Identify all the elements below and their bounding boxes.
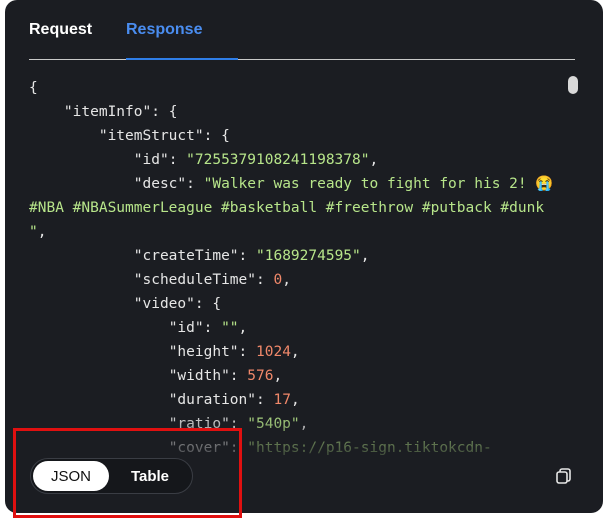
code-token: 17 bbox=[273, 392, 291, 408]
code-line: { bbox=[29, 76, 569, 100]
code-token: : { bbox=[203, 128, 230, 144]
code-token: 0 bbox=[273, 272, 283, 288]
code-token: : bbox=[238, 344, 256, 360]
code-token: "itemInfo" bbox=[63, 104, 152, 120]
code-line: "video": { bbox=[29, 292, 569, 316]
tab-active-indicator bbox=[126, 58, 238, 60]
code-token: , bbox=[290, 392, 300, 408]
code-token: "scheduleTime" bbox=[133, 272, 256, 288]
code-token: : bbox=[203, 320, 222, 336]
code-token: "itemStruct" bbox=[98, 128, 204, 144]
code-token: , bbox=[290, 344, 300, 360]
code-token: , bbox=[360, 248, 370, 264]
code-token: "id" bbox=[168, 320, 204, 336]
code-token: "duration" bbox=[168, 392, 256, 408]
code-token: : bbox=[229, 368, 248, 384]
code-line: "height": 1024, bbox=[29, 340, 569, 364]
code-token: "video" bbox=[133, 296, 195, 312]
code-token: : bbox=[256, 392, 274, 408]
code-token: 576 bbox=[247, 368, 274, 384]
tab-request[interactable]: Request bbox=[29, 21, 92, 39]
code-line: "width": 576, bbox=[29, 364, 569, 388]
tab-response[interactable]: Response bbox=[126, 21, 202, 39]
code-token: : bbox=[238, 248, 256, 264]
code-line: ", bbox=[29, 220, 569, 244]
tab-bar: Request Response bbox=[29, 0, 575, 60]
code-token: "1689274595" bbox=[256, 248, 361, 264]
code-token: "id" bbox=[133, 152, 169, 168]
code-token: "" bbox=[221, 320, 239, 336]
code-line: "itemInfo": { bbox=[29, 100, 569, 124]
code-line: "itemStruct": { bbox=[29, 124, 569, 148]
code-line: "duration": 17, bbox=[29, 388, 569, 412]
code-token: : bbox=[186, 176, 204, 192]
code-line: "desc": "Walker was ready to fight for h… bbox=[29, 172, 569, 196]
copy-icon[interactable] bbox=[555, 467, 573, 485]
code-token: "Walker was ready to fight for his 2! bbox=[203, 176, 536, 192]
code-token: " bbox=[29, 224, 38, 240]
code-line: "scheduleTime": 0, bbox=[29, 268, 569, 292]
scrollbar-thumb[interactable] bbox=[568, 76, 578, 94]
code-line: #NBA #NBASummerLeague #basketball #freet… bbox=[29, 196, 569, 220]
code-token: , bbox=[369, 152, 379, 168]
highlight-annotation bbox=[13, 428, 242, 518]
code-token: "desc" bbox=[133, 176, 187, 192]
code-token: : { bbox=[194, 296, 222, 312]
json-code-view[interactable]: { "itemInfo": { "itemStruct": { "id": "7… bbox=[29, 76, 569, 456]
code-token: #NBA #NBASummerLeague #basketball #freet… bbox=[29, 200, 545, 216]
code-token: "width" bbox=[168, 368, 230, 384]
code-line: "id": "7255379108241198378", bbox=[29, 148, 569, 172]
code-token: , bbox=[273, 368, 283, 384]
code-token: , bbox=[282, 272, 291, 288]
code-token: : bbox=[255, 272, 274, 288]
code-token: : { bbox=[151, 104, 178, 120]
tab-divider bbox=[29, 59, 575, 60]
code-token: , bbox=[238, 320, 248, 336]
code-token: { bbox=[29, 80, 38, 96]
code-token: 1024 bbox=[256, 344, 291, 360]
code-token: "height" bbox=[168, 344, 239, 360]
code-line: "createTime": "1689274595", bbox=[29, 244, 569, 268]
code-token: : bbox=[168, 152, 187, 168]
code-token: 😭 bbox=[535, 176, 554, 192]
code-token: "7255379108241198378" bbox=[186, 152, 370, 168]
code-line: "id": "", bbox=[29, 316, 569, 340]
code-token: , bbox=[37, 224, 47, 240]
code-token: "createTime" bbox=[133, 248, 239, 264]
